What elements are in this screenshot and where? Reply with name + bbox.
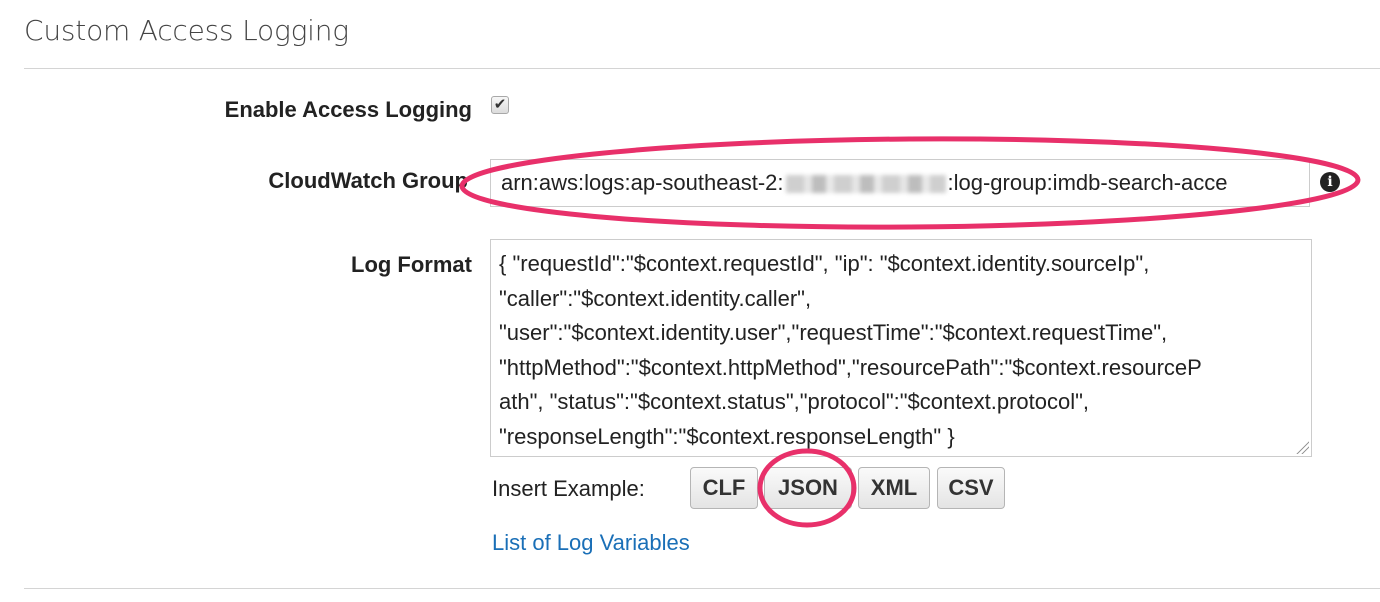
section-title: Custom Access Logging [24, 14, 349, 47]
log-format-label: Log Format [351, 252, 472, 277]
info-icon[interactable]: i [1320, 172, 1340, 192]
checkmark-icon: ✔ [493, 96, 507, 113]
divider-top [24, 68, 1380, 69]
redacted-account-id [785, 175, 946, 194]
arn-prefix: arn:aws:logs:ap-southeast-2: [501, 170, 784, 195]
arn-suffix: :log-group:imdb-search-acce [947, 170, 1228, 195]
cloudwatch-group-input[interactable]: arn:aws:logs:ap-southeast-2: :log-group:i… [490, 159, 1310, 207]
json-example-button[interactable]: JSON [764, 467, 852, 509]
csv-example-button[interactable]: CSV [937, 467, 1005, 509]
xml-example-button[interactable]: XML [858, 467, 930, 509]
enable-logging-checkbox[interactable]: ✔ [491, 96, 509, 114]
log-format-textarea[interactable]: { "requestId":"$context.requestId", "ip"… [490, 239, 1312, 457]
divider-bottom [24, 588, 1380, 589]
enable-logging-label: Enable Access Logging [224, 97, 472, 122]
log-variables-link[interactable]: List of Log Variables [492, 530, 690, 556]
clf-example-button[interactable]: CLF [690, 467, 758, 509]
insert-example-label: Insert Example: [492, 476, 645, 501]
cloudwatch-group-label: CloudWatch Group [268, 168, 468, 193]
resize-grip-icon[interactable] [1295, 440, 1309, 454]
